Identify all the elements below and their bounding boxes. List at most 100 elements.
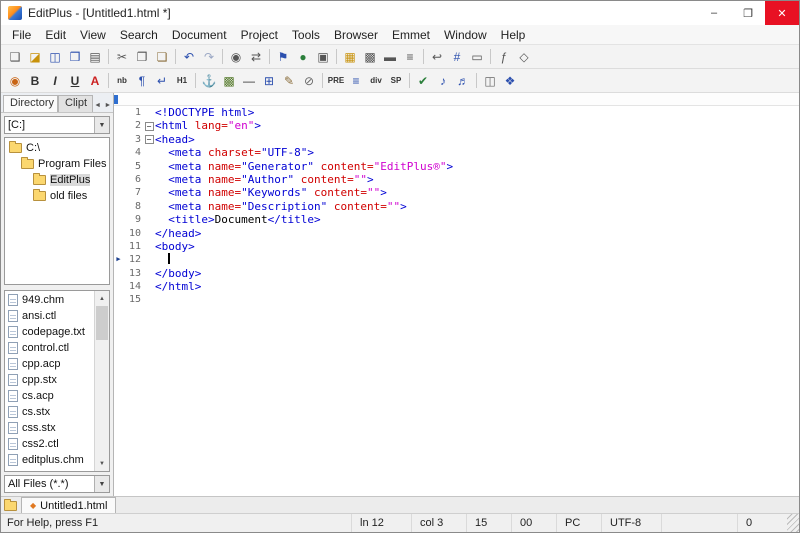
audio-button[interactable]: ♪ [433, 71, 453, 91]
print-button[interactable]: ▤ [85, 47, 105, 67]
span-button[interactable]: SP [386, 71, 406, 91]
file-list-scrollbar[interactable]: ▲ ▼ [94, 291, 109, 471]
code-line[interactable]: ▶12 [114, 253, 799, 266]
code-line[interactable]: 10</head> [114, 227, 799, 240]
file-item[interactable]: editplus.chm [5, 452, 94, 468]
file-item[interactable]: cpp.stx [5, 372, 94, 388]
menu-search[interactable]: Search [113, 26, 165, 44]
minimize-button[interactable]: – [697, 1, 731, 25]
browser-button[interactable]: ◉ [5, 71, 25, 91]
find-button[interactable]: ◉ [226, 47, 246, 67]
heading-1-button[interactable]: H1 [172, 71, 192, 91]
menu-help[interactable]: Help [494, 26, 533, 44]
save-all-button[interactable]: ❒ [65, 47, 85, 67]
replace-button[interactable]: ⇄ [246, 47, 266, 67]
italic-button[interactable]: I [45, 71, 65, 91]
monitor-clipboard-button[interactable]: ◇ [514, 47, 534, 67]
font-color-button[interactable]: A [85, 71, 105, 91]
dropdown-arrow-icon[interactable]: ▼ [94, 476, 109, 492]
file-item[interactable]: cs.acp [5, 388, 94, 404]
menu-project[interactable]: Project [234, 26, 285, 44]
toggle-bookmark-button[interactable]: ⚑ [273, 47, 293, 67]
open-file-button[interactable]: ◪ [25, 47, 45, 67]
tab-scroll-right-button[interactable]: ► [103, 98, 113, 112]
tree-item[interactable]: old files [5, 188, 109, 204]
div-button[interactable]: div [366, 71, 386, 91]
menu-tools[interactable]: Tools [285, 26, 327, 44]
undo-button[interactable]: ↶ [179, 47, 199, 67]
code-line[interactable]: 2−<html lang="en"> [114, 119, 799, 132]
paragraph-button[interactable]: ¶ [132, 71, 152, 91]
output-window-button[interactable]: ▬ [380, 47, 400, 67]
fold-toggle-icon[interactable]: − [143, 133, 155, 146]
function-list-button[interactable]: ƒ [494, 47, 514, 67]
file-item[interactable]: css2.ctl [5, 436, 94, 452]
code-line[interactable]: 13</body> [114, 267, 799, 280]
tab-cliptext[interactable]: Clipt [58, 95, 93, 112]
editplus-logo-icon[interactable] [8, 6, 22, 20]
file-item[interactable]: codepage.txt [5, 324, 94, 340]
video-button[interactable]: ♬ [453, 71, 473, 91]
edit-button[interactable]: ✎ [279, 71, 299, 91]
line-break-button[interactable]: ↵ [152, 71, 172, 91]
new-document-button[interactable]: ❑ [5, 47, 25, 67]
code-line[interactable]: 4 <meta charset="UTF-8"> [114, 146, 799, 159]
code-line[interactable]: 1<!DOCTYPE html> [114, 106, 799, 119]
split-window-button[interactable]: ◫ [480, 71, 500, 91]
menu-file[interactable]: File [5, 26, 38, 44]
bold-button[interactable]: B [25, 71, 45, 91]
new-view-button[interactable]: ❖ [500, 71, 520, 91]
code-line[interactable]: 9 <title>Document</title> [114, 213, 799, 226]
paste-button[interactable]: ❏ [152, 47, 172, 67]
erase-button[interactable]: ⊘ [299, 71, 319, 91]
file-item[interactable]: cs.stx [5, 404, 94, 420]
document-selector-button[interactable]: ≡ [400, 47, 420, 67]
ruler-button[interactable]: ▭ [467, 47, 487, 67]
tab-scroll-left-button[interactable]: ◄ [93, 98, 103, 112]
line-numbers-button[interactable]: # [447, 47, 467, 67]
scrollbar-track[interactable] [95, 306, 109, 456]
menu-browser[interactable]: Browser [327, 26, 385, 44]
drive-selector[interactable]: [C:] ▼ [4, 116, 110, 134]
file-item[interactable]: ansi.ctl [5, 308, 94, 324]
menu-view[interactable]: View [73, 26, 113, 44]
fold-toggle-icon[interactable]: − [143, 119, 155, 132]
preformatted-button[interactable]: PRE [326, 71, 346, 91]
code-line[interactable]: 6 <meta name="Author" content=""> [114, 173, 799, 186]
underline-button[interactable]: U [65, 71, 85, 91]
new-browser-window-button[interactable]: ▣ [313, 47, 333, 67]
resize-grip[interactable] [787, 514, 799, 532]
menu-edit[interactable]: Edit [38, 26, 73, 44]
editor-pane[interactable]: --------1--------2--------3--------4----… [114, 93, 799, 496]
close-button[interactable]: ✕ [765, 1, 799, 25]
cliptext-window-button[interactable]: ▩ [360, 47, 380, 67]
scrollbar-thumb[interactable] [96, 306, 108, 340]
copy-button[interactable]: ❐ [132, 47, 152, 67]
browser-preview-button[interactable]: ● [293, 47, 313, 67]
horizontal-rule-button[interactable]: — [239, 71, 259, 91]
menu-document[interactable]: Document [165, 26, 234, 44]
code-line[interactable]: 14</html> [114, 280, 799, 293]
code-line[interactable]: 5 <meta name="Generator" content="EditPl… [114, 160, 799, 173]
list-button[interactable]: ≡ [346, 71, 366, 91]
tab-directory[interactable]: Directory [3, 95, 58, 112]
scroll-down-button[interactable]: ▼ [95, 456, 109, 471]
file-filter-selector[interactable]: All Files (*.*) ▼ [4, 475, 110, 493]
code-line[interactable]: 3−<head> [114, 133, 799, 146]
word-wrap-button[interactable]: ↩ [427, 47, 447, 67]
redo-button[interactable]: ↷ [199, 47, 219, 67]
file-item[interactable]: 949.chm [5, 292, 94, 308]
tree-item[interactable]: C:\ [5, 140, 109, 156]
file-item[interactable]: cpp.acp [5, 356, 94, 372]
code-line[interactable]: 11<body> [114, 240, 799, 253]
anchor-button[interactable]: ⚓ [199, 71, 219, 91]
menu-window[interactable]: Window [437, 26, 494, 44]
dropdown-arrow-icon[interactable]: ▼ [94, 117, 109, 133]
code-line[interactable]: 15 [114, 293, 799, 306]
code-line[interactable]: 7 <meta name="Keywords" content=""> [114, 186, 799, 199]
file-item[interactable]: control.ctl [5, 340, 94, 356]
menu-emmet[interactable]: Emmet [385, 26, 437, 44]
document-tab-untitled1[interactable]: ◆ Untitled1.html [21, 497, 116, 513]
cut-button[interactable]: ✂ [112, 47, 132, 67]
nonbreaking-space-button[interactable]: nb [112, 71, 132, 91]
